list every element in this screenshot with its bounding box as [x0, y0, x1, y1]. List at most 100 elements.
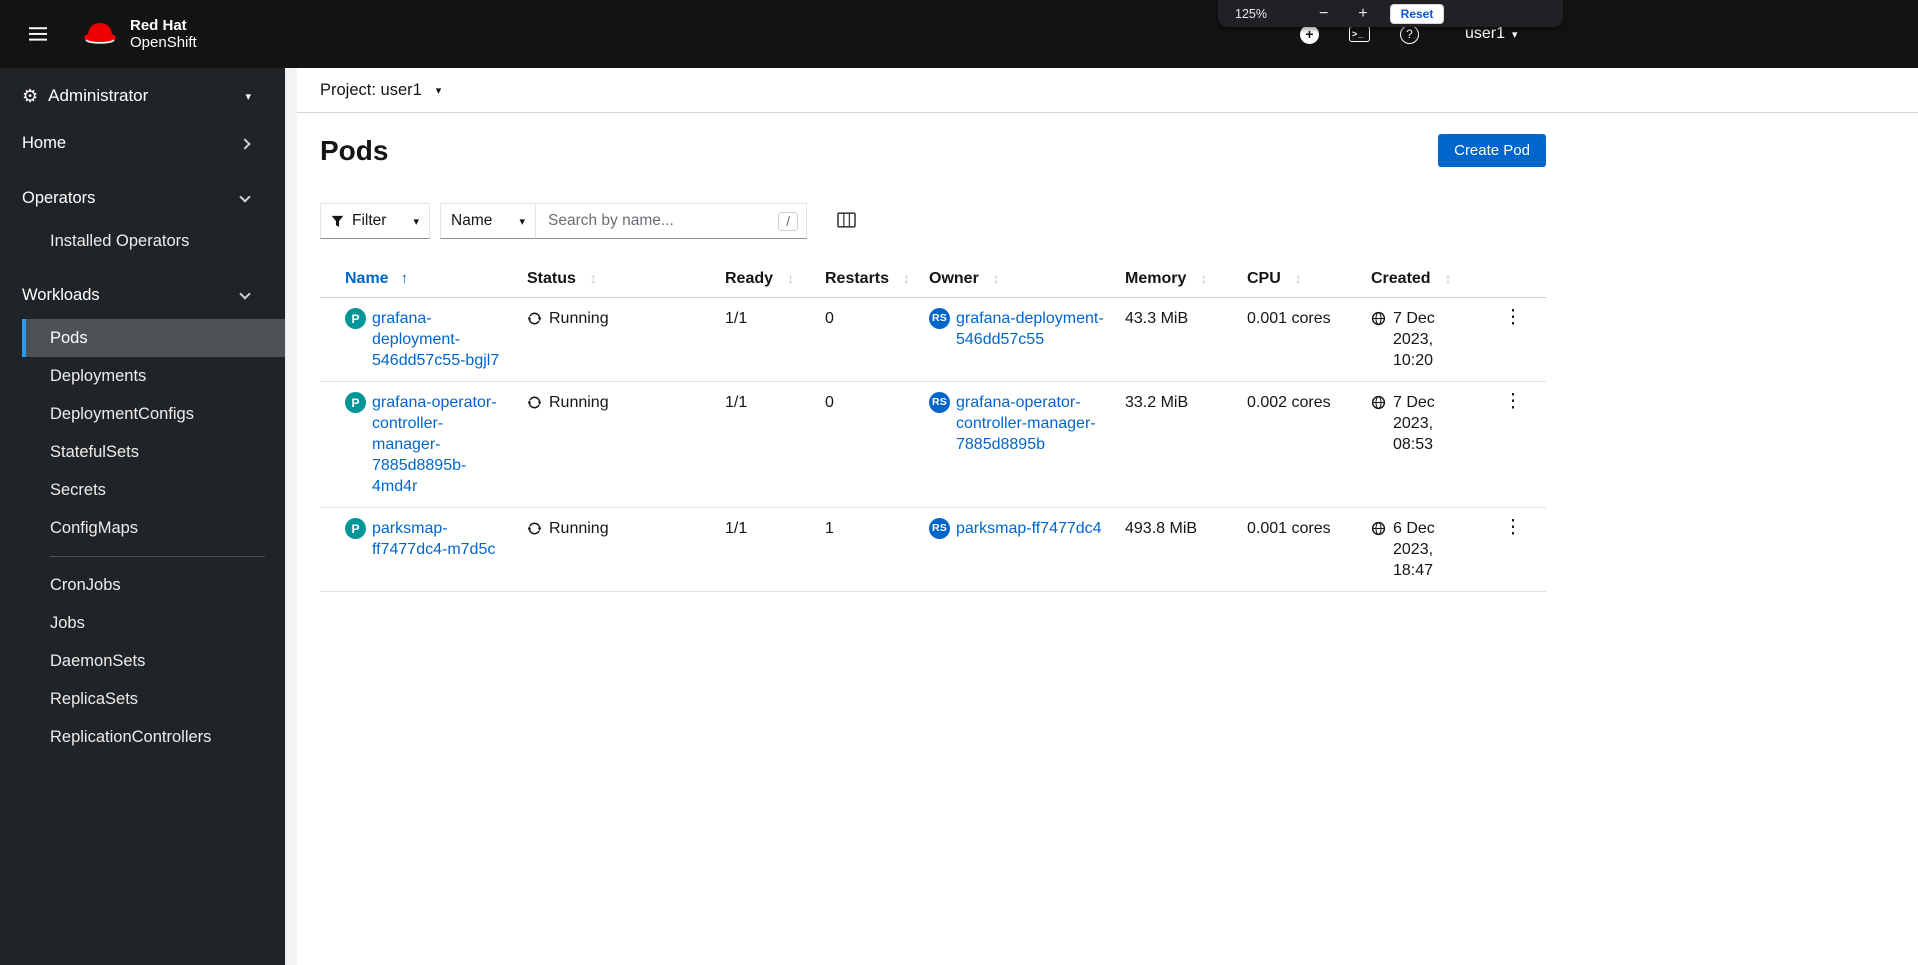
column-header-created[interactable]: Created ↕	[1363, 261, 1480, 298]
table-row: P grafana-deployment-546dd57c55-bgjl7 Ru…	[320, 297, 1546, 382]
globe-icon	[1371, 311, 1386, 326]
memory-cell: 493.8 MiB	[1117, 507, 1239, 592]
filter-dropdown-label: Filter	[352, 212, 387, 229]
perspective-switcher[interactable]: ⚙ Administrator ▾	[0, 68, 285, 120]
manage-columns-button[interactable]	[837, 211, 856, 231]
row-kebab-menu-icon[interactable]: ⋮	[1496, 304, 1531, 331]
filter-dropdown[interactable]: Filter ▾	[320, 203, 430, 239]
web-terminal-button[interactable]: >_	[1349, 26, 1370, 42]
page-title: Pods	[320, 134, 389, 166]
replicaset-badge-icon: RS	[929, 308, 950, 329]
sort-icon: ↕	[787, 270, 795, 286]
sidebar-item-statefulsets[interactable]: StatefulSets	[22, 433, 285, 471]
pod-link[interactable]: P parksmap-ff7477dc4-m7d5c	[345, 518, 511, 560]
column-header-cpu[interactable]: CPU ↕	[1239, 261, 1363, 298]
pods-table: Name ↑ Status ↕ Ready ↕ Restarts ↕ Owner ↕	[320, 261, 1546, 592]
sidebar-item-cronjobs[interactable]: CronJobs	[22, 566, 285, 604]
sidebar-item-replicasets[interactable]: ReplicaSets	[22, 680, 285, 718]
owner-name: grafana-operator-controller-manager-7885…	[956, 394, 1096, 453]
column-header-memory[interactable]: Memory ↕	[1117, 261, 1239, 298]
caret-down-icon: ▾	[1512, 28, 1518, 41]
zoom-level: 125%	[1235, 6, 1267, 21]
masthead: Red Hat OpenShift + >_ ? user1 ▾	[0, 0, 1918, 68]
column-header-owner[interactable]: Owner ↕	[921, 261, 1117, 298]
sidebar-item-daemonsets[interactable]: DaemonSets	[22, 642, 285, 680]
column-header-name[interactable]: Name ↑	[320, 261, 519, 298]
zoom-in-button[interactable]: +	[1352, 4, 1373, 24]
created-cell: 7 Dec 2023, 10:20	[1371, 308, 1472, 371]
project-selector-label: Project: user1	[320, 80, 422, 99]
sidebar-item-installed-operators[interactable]: Installed Operators	[22, 222, 285, 260]
sidebar-section-label: Operators	[22, 189, 96, 207]
red-hat-fedora-icon	[84, 23, 116, 44]
nav-toggle-hamburger-icon[interactable]	[23, 21, 53, 47]
quick-create-button[interactable]: +	[1300, 24, 1319, 44]
ready-cell: 1/1	[717, 297, 817, 382]
status-cell: Running	[527, 308, 709, 329]
sort-ascending-icon: ↑	[400, 270, 409, 287]
search-attribute-label: Name	[451, 212, 493, 229]
zoom-out-button[interactable]: −	[1313, 4, 1334, 24]
status-cell: Running	[527, 518, 709, 539]
sidebar-item-jobs[interactable]: Jobs	[22, 604, 285, 642]
chevron-right-icon	[239, 137, 251, 150]
zoom-reset-button[interactable]: Reset	[1389, 3, 1445, 24]
sidebar-item-deploymentconfigs[interactable]: DeploymentConfigs	[22, 395, 285, 433]
caret-down-icon: ▾	[435, 84, 442, 97]
filter-funnel-icon	[331, 215, 344, 227]
globe-icon	[1371, 521, 1386, 536]
sidebar-scrollbar-track[interactable]	[285, 68, 582, 965]
sidebar-section-operators[interactable]: Operators	[0, 175, 285, 222]
owner-link[interactable]: RS grafana-operator-controller-manager-7…	[929, 392, 1109, 455]
ready-cell: 1/1	[717, 381, 817, 508]
status-text: Running	[549, 394, 609, 411]
project-selector[interactable]: Project: user1 ▾	[297, 68, 1918, 113]
sort-icon: ↕	[992, 270, 1000, 286]
column-header-restarts[interactable]: Restarts ↕	[817, 261, 921, 298]
row-kebab-menu-icon[interactable]: ⋮	[1496, 514, 1531, 541]
owner-name: grafana-deployment-546dd57c55	[956, 310, 1104, 348]
restarts-cell: 1	[817, 507, 921, 592]
search-shortcut-hint: /	[778, 211, 798, 231]
sidebar-section-workloads[interactable]: Workloads	[0, 272, 285, 319]
owner-link[interactable]: RS parksmap-ff7477dc4	[929, 518, 1109, 539]
table-row: P parksmap-ff7477dc4-m7d5c Running 1/1 1…	[320, 507, 1546, 592]
memory-cell: 33.2 MiB	[1117, 381, 1239, 508]
chevron-down-icon	[239, 287, 251, 300]
column-header-ready[interactable]: Ready ↕	[717, 261, 817, 298]
sidebar-item-secrets[interactable]: Secrets	[22, 471, 285, 509]
owner-link[interactable]: RS grafana-deployment-546dd57c55	[929, 308, 1109, 350]
user-menu[interactable]: user1 ▾	[1459, 24, 1524, 44]
sidebar-item-replicationcontrollers[interactable]: ReplicationControllers	[22, 718, 285, 756]
replicaset-badge-icon: RS	[929, 392, 950, 413]
pod-name: parksmap-ff7477dc4-m7d5c	[372, 520, 496, 558]
status-text: Running	[549, 310, 609, 327]
brand-line2: OpenShift	[130, 34, 197, 51]
main-content: Project: user1 ▾ Pods Create Pod Filter …	[297, 68, 1918, 965]
replicaset-badge-icon: RS	[929, 518, 950, 539]
pod-link[interactable]: P grafana-operator-controller-manager-78…	[345, 392, 511, 497]
search-input[interactable]	[546, 211, 779, 231]
help-button[interactable]: ?	[1400, 24, 1419, 44]
row-kebab-menu-icon[interactable]: ⋮	[1496, 388, 1531, 415]
sidebar-item-deployments[interactable]: Deployments	[22, 357, 285, 395]
columns-icon	[837, 211, 856, 228]
create-pod-button[interactable]: Create Pod	[1438, 134, 1546, 167]
browser-zoom-popup: 125% − + Reset	[1218, 0, 1563, 27]
sidebar-section-label: Workloads	[22, 286, 100, 304]
sidebar-item-configmaps[interactable]: ConfigMaps	[22, 509, 285, 547]
hamburger-icon	[29, 27, 47, 41]
column-header-status[interactable]: Status ↕	[519, 261, 717, 298]
sync-running-icon	[527, 312, 542, 325]
pod-link[interactable]: P grafana-deployment-546dd57c55-bgjl7	[345, 308, 511, 371]
perspective-label: Administrator	[48, 86, 149, 105]
sidebar-section-home[interactable]: Home	[0, 120, 285, 167]
gear-icon: ⚙	[22, 86, 39, 106]
caret-down-icon: ▾	[413, 215, 419, 228]
sidebar-item-pods[interactable]: Pods	[22, 319, 285, 357]
restarts-cell: 0	[817, 297, 921, 382]
status-cell: Running	[527, 392, 709, 413]
user-menu-label: user1	[1465, 25, 1506, 42]
search-attribute-dropdown[interactable]: Name ▾	[440, 203, 536, 239]
memory-cell: 43.3 MiB	[1117, 297, 1239, 382]
